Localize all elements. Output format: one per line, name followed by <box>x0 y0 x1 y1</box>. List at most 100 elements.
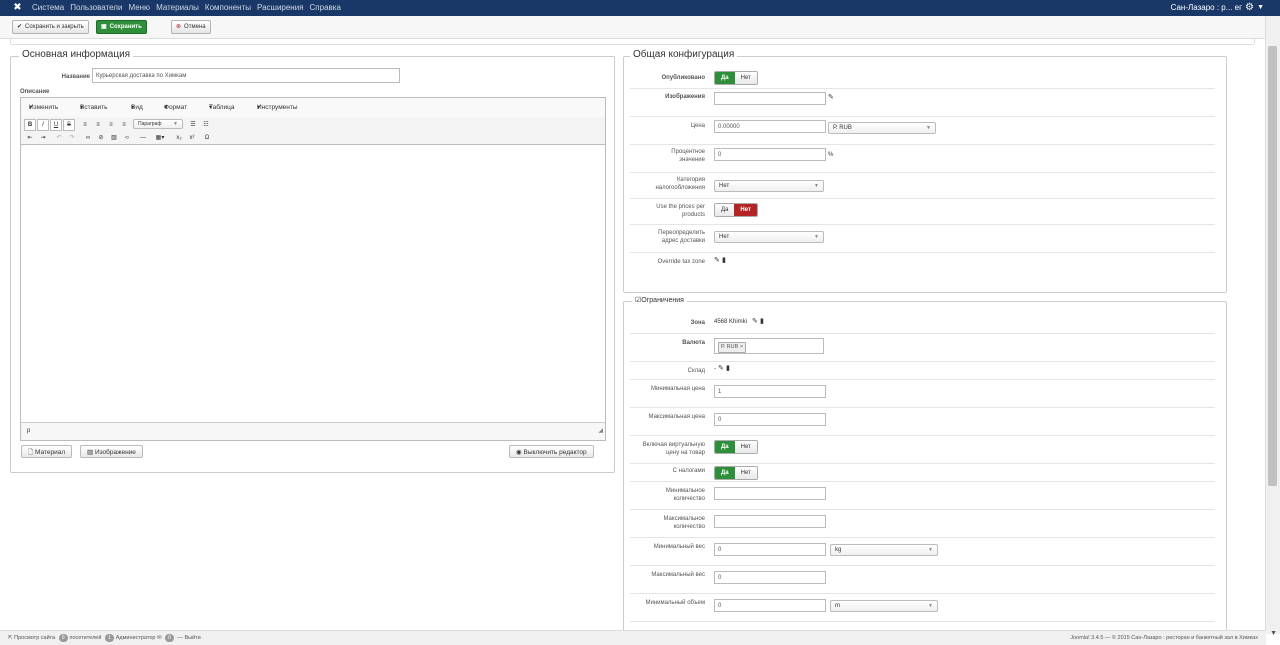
editor-content-area[interactable] <box>21 145 605 421</box>
joomla-logo-icon[interactable]: ✖ <box>12 2 23 13</box>
chevron-down-icon: ▼ <box>814 183 819 189</box>
menu-item-extensions[interactable]: Расширения <box>257 0 304 16</box>
redo-icon[interactable]: ↷ <box>66 132 78 144</box>
chevron-down-icon[interactable]: ▼ <box>1257 0 1264 16</box>
editor-menu-table[interactable]: Таблица ▾ <box>209 98 235 117</box>
save-button[interactable]: ▣ Сохранить <box>96 20 147 34</box>
with-tax-no[interactable]: Нет <box>734 467 757 479</box>
image-icon[interactable]: ▨ <box>108 132 120 144</box>
pencil-icon[interactable]: ✎ <box>714 256 720 264</box>
align-justify-icon[interactable]: ≡ <box>118 119 130 131</box>
vertical-scrollbar[interactable] <box>1265 16 1280 634</box>
max-price-input[interactable]: 0 <box>714 413 826 426</box>
virtual-price-toggle[interactable]: Да Нет <box>714 440 758 454</box>
name-input[interactable]: Курьерская доставка по Химкам <box>92 68 400 83</box>
logout-link[interactable]: Выйти <box>184 635 200 641</box>
tax-category-select[interactable]: Нет ▼ <box>714 180 824 192</box>
tax-category-label: Категория налогообложения <box>655 177 705 191</box>
undo-icon[interactable]: ↶ <box>53 132 65 144</box>
indent-icon[interactable]: ⇥ <box>37 132 49 144</box>
price-input[interactable]: 0.00000 <box>714 120 826 133</box>
editor-menu-edit[interactable]: Изменить ▾ <box>29 98 58 117</box>
weight-unit-select[interactable]: kg ▼ <box>830 544 938 556</box>
align-right-icon[interactable]: ≡ <box>105 119 117 131</box>
scroll-down-icon[interactable]: ▼ <box>1270 630 1277 637</box>
menu-item-users[interactable]: Пользователи <box>70 0 122 16</box>
editor-menu-format[interactable]: Формат ▾ <box>164 98 187 117</box>
numbered-list-icon[interactable]: ☷ <box>200 119 212 131</box>
min-price-input[interactable]: 1 <box>714 385 826 398</box>
pencil-icon[interactable]: ✎ <box>752 317 758 325</box>
use-prices-no[interactable]: Нет <box>734 204 757 216</box>
close-icon[interactable]: × <box>740 344 743 350</box>
with-tax-yes[interactable]: Да <box>715 467 735 479</box>
use-prices-yes[interactable]: Да <box>715 204 735 216</box>
horizontal-rule-icon[interactable]: — <box>137 132 149 144</box>
superscript-icon[interactable]: x² <box>186 132 198 144</box>
envelope-icon[interactable]: ✉ <box>157 635 162 641</box>
min-volume-input[interactable]: 0 <box>714 599 826 612</box>
menu-item-content[interactable]: Материалы <box>156 0 199 16</box>
code-icon[interactable]: ‹› <box>121 132 133 144</box>
percent-row: Процентное значение 0 % <box>630 144 1215 173</box>
pencil-icon[interactable]: ✎ <box>718 364 724 372</box>
site-name-link[interactable]: Сан-Лазаро : р... ег <box>1171 0 1242 16</box>
percent-input[interactable]: 0 <box>714 148 826 161</box>
price-label: Цена <box>690 123 705 129</box>
use-prices-toggle[interactable]: Да Нет <box>714 203 758 217</box>
min-weight-input[interactable]: 0 <box>714 543 826 556</box>
menu-item-menus[interactable]: Меню <box>128 0 150 16</box>
subscript-icon[interactable]: x₂ <box>173 132 185 144</box>
strikethrough-icon[interactable]: S <box>63 119 75 131</box>
published-yes[interactable]: Да <box>715 72 735 84</box>
italic-icon[interactable]: I <box>37 119 49 131</box>
editor-menu-tools[interactable]: Инструменты ▾ <box>257 98 298 117</box>
virtual-price-no[interactable]: Нет <box>734 441 757 453</box>
with-tax-toggle[interactable]: Да Нет <box>714 466 758 480</box>
max-qty-input[interactable] <box>714 515 826 528</box>
min-qty-input[interactable] <box>714 487 826 500</box>
cancel-button[interactable]: ⊗ Отмена <box>171 20 211 34</box>
override-address-label: Переопределить адрес доставки <box>658 230 705 244</box>
volume-unit-select[interactable]: m ▼ <box>830 600 938 612</box>
gear-icon[interactable]: ⚙ <box>1245 0 1254 16</box>
save-close-button[interactable]: ✔ Сохранить и закрыть <box>12 20 89 34</box>
editor-menu-view[interactable]: Вид ▾ <box>131 98 143 117</box>
virtual-price-yes[interactable]: Да <box>715 441 735 453</box>
insert-article-button[interactable]: 🗋 Материал <box>21 445 73 458</box>
pencil-icon[interactable]: ✎ <box>828 93 834 101</box>
bullet-list-icon[interactable]: ☰ <box>187 119 199 131</box>
editor-menu-insert[interactable]: Вставить ▾ <box>80 98 108 117</box>
link-icon[interactable]: ∞ <box>82 132 94 144</box>
main-menu: Система Пользователи Меню Материалы Комп… <box>32 0 341 16</box>
trash-icon[interactable]: ▮ <box>760 317 764 325</box>
menu-item-components[interactable]: Компоненты <box>205 0 251 16</box>
max-weight-input[interactable]: 0 <box>714 571 826 584</box>
unlink-icon[interactable]: ⊘ <box>95 132 107 144</box>
menu-item-system[interactable]: Система <box>32 0 64 16</box>
align-center-icon[interactable]: ≡ <box>92 119 104 131</box>
price-currency-select[interactable]: Р. RUB ▼ <box>828 122 936 134</box>
outdent-icon[interactable]: ⇤ <box>24 132 36 144</box>
bold-icon[interactable]: B <box>24 119 36 131</box>
align-left-icon[interactable]: ≡ <box>79 119 91 131</box>
trash-icon[interactable]: ▮ <box>722 256 726 264</box>
insert-image-button[interactable]: ▨ Изображение <box>80 445 143 458</box>
override-address-select[interactable]: Нет ▼ <box>714 231 824 243</box>
images-input[interactable] <box>714 92 826 105</box>
published-no[interactable]: Нет <box>734 72 757 84</box>
underline-icon[interactable]: U <box>50 119 62 131</box>
published-toggle[interactable]: Да Нет <box>714 71 758 85</box>
toggle-editor-button[interactable]: ◉ Выключить редактор <box>509 445 594 458</box>
paragraph-select[interactable]: Параграф ▼ <box>133 119 183 129</box>
view-site-link[interactable]: Просмотр сайта <box>14 635 55 641</box>
scrollbar-thumb[interactable] <box>1268 46 1277 486</box>
resize-handle-icon[interactable]: ◢ <box>598 423 603 440</box>
special-char-icon[interactable]: Ω <box>201 132 213 144</box>
zone-label: Зона <box>690 320 705 326</box>
editor-path: p <box>27 428 31 434</box>
currency-tags-input[interactable]: Р. RUB × <box>714 338 824 354</box>
menu-item-help[interactable]: Справка <box>310 0 341 16</box>
trash-icon[interactable]: ▮ <box>726 364 730 372</box>
table-icon[interactable]: ▦▾ <box>150 132 170 144</box>
